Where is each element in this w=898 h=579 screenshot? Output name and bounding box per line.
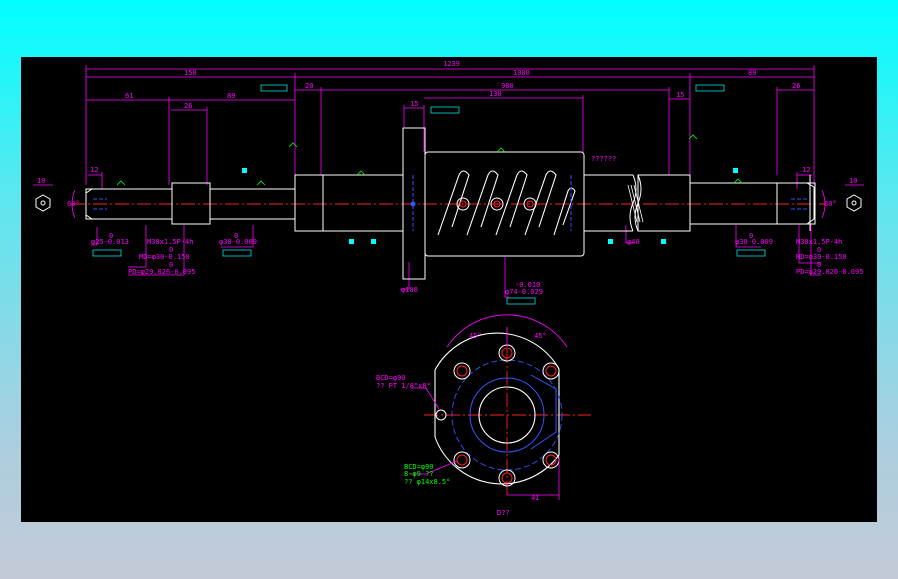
right-notes: 0 φ30-0.009 M30x1.5P-4h 0 MD=φ30-0.150 0…: [735, 232, 863, 276]
flange-counterbore: ?? φ14x8.5°: [404, 478, 450, 486]
nut-notes: φ40 φ108 -0.010 φ74-0.029: [401, 238, 640, 296]
dim-26-right: 26: [792, 82, 800, 90]
dim-89: 89: [227, 92, 235, 100]
dim-980: 980: [501, 82, 514, 90]
dim-left-end: 150: [184, 69, 197, 77]
hex-socket-left: [35, 194, 51, 212]
flange-holes: 8-φ9 ??: [404, 470, 434, 478]
nut-phi108: φ108: [401, 286, 418, 294]
dim-10-left: 10: [37, 177, 45, 185]
left-phi30: φ30-0.009: [219, 238, 257, 246]
left-pd: PD=φ29.026-0.095: [128, 268, 195, 276]
left-phi25: φ25-0.013: [91, 238, 129, 246]
right-pd: PD=φ29.026-0.095: [796, 268, 863, 276]
angle-right: 60°: [824, 200, 837, 208]
screenshot-stage: 1239 150 1000 89 61 89 26 20 980 15 130 …: [0, 0, 898, 579]
nut-phi74: φ74-0.029: [505, 288, 543, 296]
hex-socket-right: [846, 194, 862, 212]
dim-26-left: 26: [184, 102, 192, 110]
nut-recirculation-tubes: [437, 170, 576, 236]
dim-20: 20: [305, 82, 313, 90]
angle-left: 60°: [67, 200, 80, 208]
flange-angle-right: 45°: [534, 332, 547, 340]
right-md: MD=φ30-0.150: [796, 253, 847, 261]
flange-angle-left: 45°: [469, 332, 482, 340]
screw-shaft: [85, 127, 816, 280]
dim-15: 15: [410, 100, 418, 108]
dim-12-right: 12: [802, 166, 810, 174]
unknown-label: ??????: [591, 155, 616, 163]
flange-bcd-oil: BCD=φ90: [376, 374, 406, 382]
dim-15-right: 15: [676, 91, 684, 99]
dim-10-right: 10: [849, 177, 857, 185]
flange-bolt-holes: [435, 344, 560, 487]
left-thread: M30x1.5P-4h: [147, 238, 193, 246]
dim-mid: 1000: [513, 69, 530, 77]
flange-outline: [434, 332, 560, 485]
right-thread: M30x1.5P-4h: [796, 238, 842, 246]
ball-screw-drawing: 1239 150 1000 89 61 89 26 20 980 15 130 …: [33, 60, 864, 517]
flange-dim-41: 41: [531, 494, 539, 502]
flange-oil-port: ?? PT 1/8"x8°: [376, 382, 431, 390]
left-md: MD=φ30-0.150: [139, 253, 190, 261]
flange-labels: 45° 45° BCD=φ90 ?? PT 1/8"x8° BCD=φ90 8-…: [376, 332, 547, 517]
tolerance-marks: [116, 134, 743, 186]
dim-61: 61: [125, 92, 133, 100]
flange-view-label: D??: [497, 509, 510, 517]
dim-12-left: 12: [90, 166, 98, 174]
dim-130: 130: [489, 90, 502, 98]
dimension-labels: 1239 150 1000 89 61 89 26 20 980 15 130 …: [37, 60, 857, 208]
dim-right-end: 89: [748, 69, 756, 77]
cad-drawing-canvas[interactable]: 1239 150 1000 89 61 89 26 20 980 15 130 …: [21, 57, 877, 522]
nut-phi40: φ40: [627, 238, 640, 246]
left-notes: 0 φ25-0.013 M30x1.5P-4h 0 MD=φ30-0.150 0…: [91, 232, 257, 276]
right-phi30: φ30-0.009: [735, 238, 773, 246]
marker-blue-dot: [410, 201, 416, 207]
dimension-lines: [33, 65, 864, 298]
dim-overall: 1239: [443, 60, 460, 68]
